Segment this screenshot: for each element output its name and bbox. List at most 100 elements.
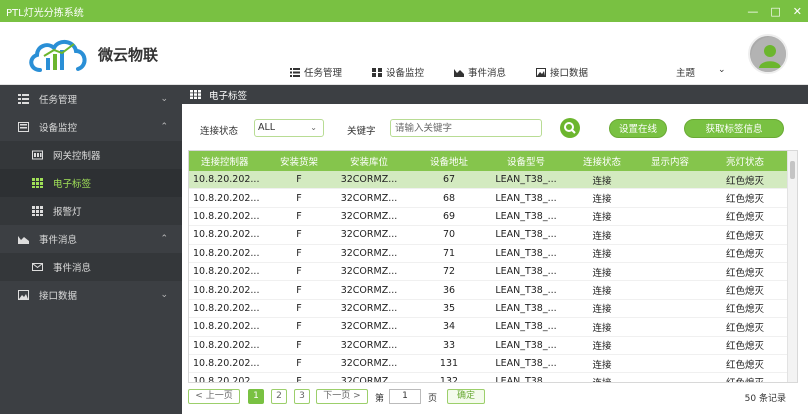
table-cell: 连接 — [592, 322, 612, 334]
table-cell: 10.8.20.202... — [193, 266, 260, 278]
sidebar-item-label: 网关控制器 — [53, 151, 101, 162]
sidebar-item-electronic-tags[interactable]: 电子标签 — [0, 169, 182, 197]
table-cell: F — [296, 302, 302, 314]
column-header[interactable]: 连接状态 — [569, 154, 635, 168]
table-body: 10.8.20.202... F 32CORMZ... 67 LEAN_T38_... 连… — [189, 171, 797, 382]
table-row[interactable]: 10.8.20.202... F 32CORMZ... 71 LEAN_T38_... 连… — [189, 245, 797, 263]
set-online-button[interactable]: 设置在线 — [609, 119, 667, 138]
table-cell: 红色熄灭 — [725, 304, 764, 316]
sidebar-item-alarm-light[interactable]: 报警灯 — [0, 197, 182, 225]
table-row[interactable]: 10.8.20.202... F 32CORMZ... 68 LEAN_T38_... 连… — [189, 189, 797, 208]
chevron-up-icon: ⌃ — [160, 234, 168, 244]
column-header[interactable]: 连接控制器 — [189, 154, 275, 168]
table-cell: 10.8.20.202... — [193, 321, 260, 333]
table-cell: LEAN_T38_... — [495, 358, 557, 370]
sidebar-item-task-management[interactable]: 任务管理 ⌄ — [0, 85, 182, 113]
sidebar-item-label: 事件消息 — [39, 235, 78, 246]
table-row[interactable]: 10.8.20.202... F 32CORMZ... 36 LEAN_T38_... 连… — [189, 281, 797, 300]
table-row[interactable]: 10.8.20.202... F 32CORMZ... 70 LEAN_T38_... 连… — [189, 226, 797, 245]
status-label: 连接状态 — [200, 126, 239, 137]
column-header[interactable]: 亮灯状态 — [705, 154, 785, 168]
table-cell: 红色熄灭 — [725, 249, 764, 261]
scrollbar-thumb[interactable] — [790, 161, 795, 179]
table-row[interactable]: 10.8.20.202... F 32CORMZ... 34 LEAN_T38_... 连… — [189, 318, 797, 337]
table-row[interactable]: 10.8.20.202... F 32CORMZ... 132 LEAN_T38_...… — [189, 373, 797, 382]
table-cell: 连接 — [592, 230, 612, 242]
table-cell: 红色熄灭 — [725, 194, 764, 206]
nav-device-monitor[interactable]: 设备监控 — [372, 65, 424, 79]
table-cell: 连接 — [592, 212, 612, 224]
chart-icon — [18, 236, 29, 244]
theme-selector[interactable]: 主题 — [676, 65, 695, 79]
grid-icon — [32, 206, 43, 216]
close-button[interactable]: ✕ — [793, 5, 802, 18]
sidebar-item-interface-data[interactable]: 接口数据 ⌄ — [0, 281, 182, 309]
table-scrollbar[interactable] — [787, 151, 797, 382]
nav-event-messages[interactable]: 事件消息 — [454, 65, 506, 79]
table-cell: 32CORMZ... — [340, 210, 398, 222]
table-cell: F — [296, 358, 302, 370]
avatar[interactable] — [748, 34, 788, 74]
goto-page-button[interactable]: 确定 — [447, 389, 485, 404]
sidebar-item-device-monitor[interactable]: 设备监控 ⌃ — [0, 113, 182, 141]
keyword-input[interactable] — [390, 119, 542, 137]
sidebar-item-label: 电子标签 — [53, 179, 92, 190]
app-header: 微云物联 任务管理 设备监控 事件消息 接口数据 主题 ⌄ — [0, 22, 808, 85]
sidebar-item-event-messages-sub[interactable]: 事件消息 — [0, 253, 182, 281]
title-bar: PTL灯光分拣系统 — □ ✕ — [0, 0, 808, 22]
table-row[interactable]: 10.8.20.202... F 32CORMZ... 72 LEAN_T38_... 连… — [189, 263, 797, 282]
maximize-button[interactable]: □ — [770, 5, 780, 18]
page-number-input[interactable]: 1 — [389, 389, 421, 404]
page-button-3[interactable]: 3 — [294, 389, 310, 404]
table-row[interactable]: 10.8.20.202... F 32CORMZ... 131 LEAN_T38_...… — [189, 355, 797, 374]
table-cell: 红色熄灭 — [725, 212, 764, 224]
table-cell: 34 — [442, 321, 456, 333]
column-header[interactable]: 显示内容 — [635, 154, 705, 168]
prev-page-button[interactable]: < 上一页 — [188, 389, 240, 404]
table-cell: 10.8.20.202... — [193, 339, 260, 351]
table-cell: 69 — [442, 210, 456, 222]
nav-label: 设备监控 — [386, 68, 425, 79]
nav-interface-data[interactable]: 接口数据 — [536, 65, 588, 79]
search-icon — [564, 122, 576, 134]
table-cell: LEAN_T38_... — [495, 266, 557, 278]
page-button-2[interactable]: 2 — [271, 389, 287, 404]
table-row[interactable]: 10.8.20.202... F 32CORMZ... 33 LEAN_T38_... 连… — [189, 337, 797, 355]
tags-table: 连接控制器 安装货架 安装库位 设备地址 设备型号 连接状态 显示内容 亮灯状态… — [188, 150, 798, 383]
goto-prefix: 第 — [375, 394, 385, 404]
nav-label: 事件消息 — [468, 68, 507, 79]
list-icon — [290, 67, 300, 77]
table-row[interactable]: 10.8.20.202... F 32CORMZ... 67 LEAN_T38_... 连… — [189, 171, 797, 190]
sidebar-item-event-messages[interactable]: 事件消息 ⌃ — [0, 225, 182, 253]
search-button[interactable] — [560, 118, 580, 138]
chart-icon — [454, 68, 465, 77]
keyword-label: 关键字 — [347, 126, 376, 137]
next-page-button[interactable]: 下一页 > — [316, 389, 368, 404]
chevron-down-icon: ⌄ — [160, 290, 168, 300]
table-row[interactable]: 10.8.20.202... F 32CORMZ... 35 LEAN_T38_... 连… — [189, 300, 797, 319]
column-header[interactable]: 设备地址 — [415, 154, 483, 168]
page-button-1[interactable]: 1 — [248, 389, 264, 404]
column-header[interactable]: 安装货架 — [275, 154, 323, 168]
table-cell: F — [296, 321, 302, 333]
sidebar: 任务管理 ⌄ 设备监控 ⌃ 网关控制器 电子标签 报警灯 事件消息 ⌃ 事件消息… — [0, 85, 182, 414]
fetch-tag-info-button[interactable]: 获取标签信息 — [684, 119, 784, 138]
nav-label: 接口数据 — [550, 68, 589, 79]
chevron-down-icon[interactable]: ⌄ — [718, 65, 726, 75]
table-cell: LEAN_T38_... — [495, 302, 557, 314]
grid-icon — [32, 178, 43, 188]
table-cell: 10.8.20.202... — [193, 192, 260, 204]
sidebar-item-gateway-controller[interactable]: 网关控制器 — [0, 141, 182, 169]
sidebar-item-label: 事件消息 — [53, 263, 92, 274]
table-row[interactable]: 10.8.20.202... F 32CORMZ... 69 LEAN_T38_... 连… — [189, 208, 797, 227]
status-select[interactable]: ALL ⌄ — [254, 119, 324, 137]
sidebar-item-label: 设备监控 — [39, 123, 78, 134]
table-cell: 32CORMZ... — [340, 339, 398, 351]
table-cell: LEAN_T38_... — [495, 339, 557, 351]
grid-icon — [190, 90, 201, 99]
column-header[interactable]: 设备型号 — [483, 154, 569, 168]
table-cell: LEAN_T38_... — [495, 284, 557, 296]
column-header[interactable]: 安装库位 — [323, 154, 415, 168]
minimize-button[interactable]: — — [747, 5, 758, 18]
nav-task-management[interactable]: 任务管理 — [290, 65, 342, 79]
